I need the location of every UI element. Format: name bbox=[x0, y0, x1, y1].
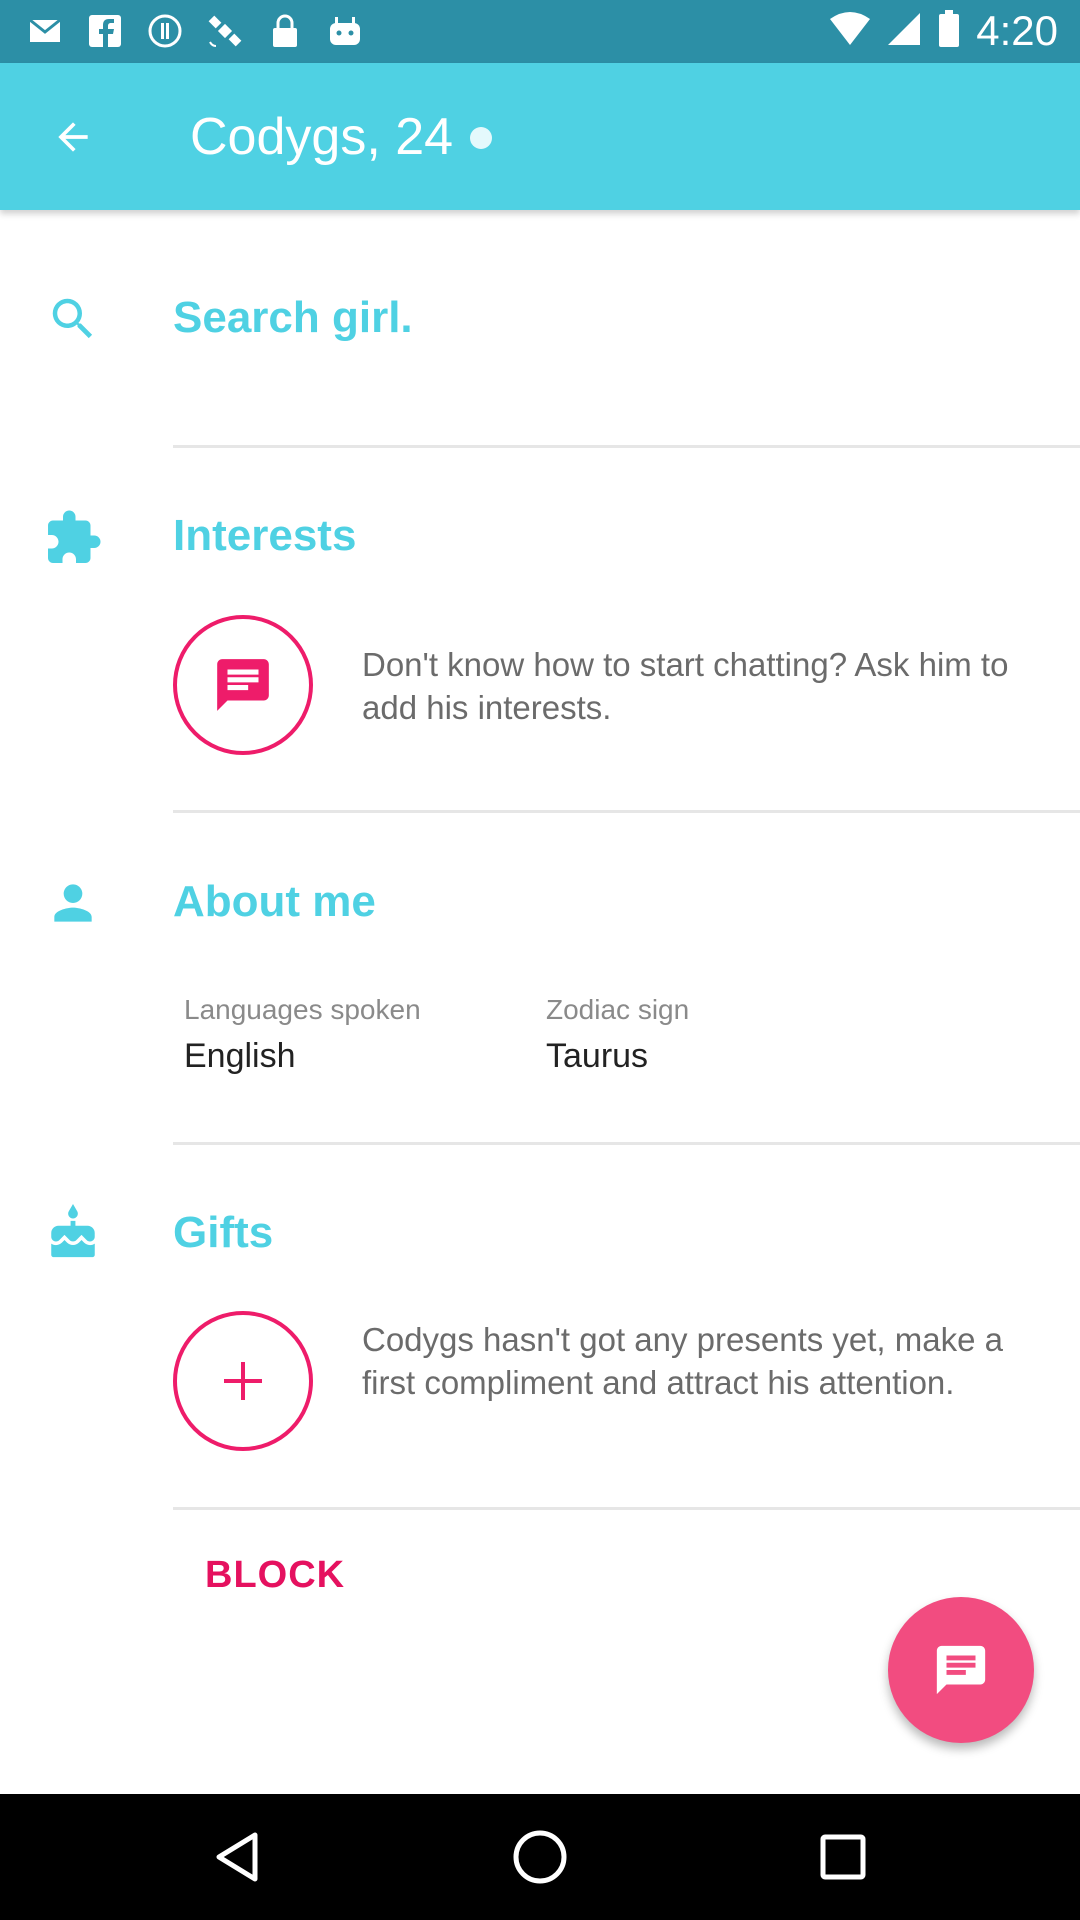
divider bbox=[173, 1507, 1080, 1510]
navigation-bar bbox=[0, 1794, 1080, 1920]
wifi-icon bbox=[830, 11, 871, 52]
email-icon bbox=[26, 12, 64, 50]
page-title: Codygs, 24 bbox=[190, 108, 454, 166]
gifts-message: Codygs hasn't got any presents yet, make… bbox=[362, 1321, 1003, 1401]
divider bbox=[173, 445, 1080, 448]
zodiac-value: Taurus bbox=[546, 1037, 649, 1075]
languages-value: English bbox=[184, 1037, 296, 1075]
interests-message: Don't know how to start chatting? Ask hi… bbox=[362, 646, 1009, 726]
status-bar: 4:20 bbox=[0, 0, 1080, 63]
nav-back-button[interactable] bbox=[204, 1824, 270, 1890]
plus-icon bbox=[224, 1362, 262, 1400]
divider bbox=[173, 810, 1080, 813]
about-me-title: About me bbox=[173, 877, 376, 926]
circle-home-icon bbox=[513, 1830, 567, 1884]
ask-interests-button[interactable] bbox=[173, 615, 313, 755]
nav-recents-button[interactable] bbox=[810, 1824, 876, 1890]
chat-icon bbox=[217, 659, 269, 711]
chat-fab-button[interactable] bbox=[888, 1597, 1034, 1743]
gifts-title: Gifts bbox=[173, 1208, 274, 1257]
signal-icon bbox=[886, 11, 922, 52]
back-arrow-icon bbox=[58, 122, 88, 152]
search-girl-link[interactable]: Search girl. bbox=[173, 292, 413, 344]
battery-icon bbox=[938, 9, 960, 53]
puzzle-icon bbox=[40, 505, 106, 571]
search-icon bbox=[40, 286, 106, 352]
interests-title: Interests bbox=[173, 511, 357, 560]
square-recents-icon bbox=[820, 1834, 866, 1880]
facebook-icon bbox=[86, 12, 124, 50]
lock-icon bbox=[266, 12, 304, 50]
person-icon bbox=[40, 870, 106, 936]
add-gift-button[interactable] bbox=[173, 1311, 313, 1451]
cake-icon bbox=[40, 1200, 106, 1266]
back-button[interactable] bbox=[38, 107, 108, 167]
satellite-icon bbox=[206, 12, 244, 50]
notification-icons bbox=[26, 12, 364, 50]
block-button[interactable]: BLOCK bbox=[205, 1552, 345, 1598]
online-status-dot bbox=[470, 127, 492, 149]
languages-label: Languages spoken bbox=[184, 994, 421, 1025]
zodiac-label: Zodiac sign bbox=[546, 994, 690, 1025]
triangle-back-icon bbox=[216, 1832, 258, 1882]
message-icon bbox=[936, 1645, 986, 1695]
nav-home-button[interactable] bbox=[507, 1824, 573, 1890]
system-status: 4:20 bbox=[830, 8, 1058, 54]
android-icon bbox=[326, 12, 364, 50]
alert-icon bbox=[146, 12, 184, 50]
clock: 4:20 bbox=[976, 7, 1058, 54]
divider bbox=[173, 1142, 1080, 1145]
app-bar: Codygs, 24 bbox=[0, 63, 1080, 210]
